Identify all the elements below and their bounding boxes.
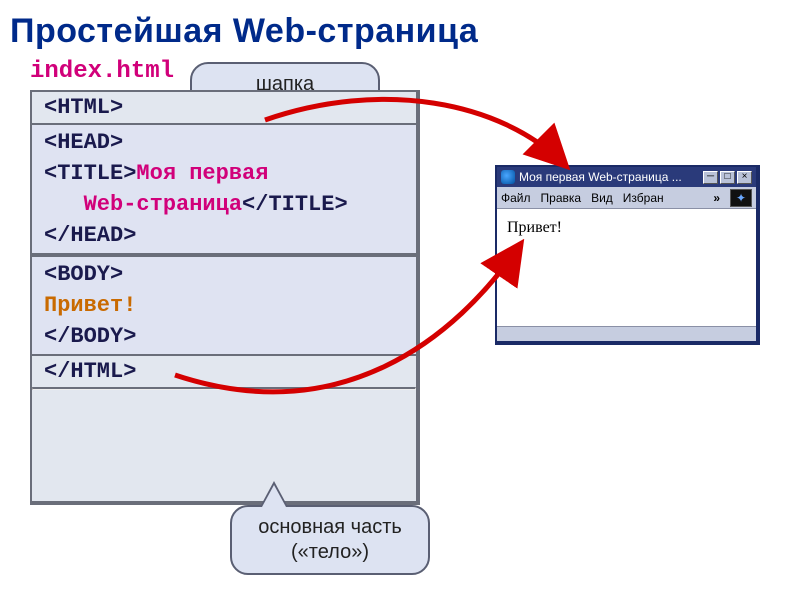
code-head-block: <HEAD> <TITLE>Моя первая Web-страница</T…	[32, 123, 416, 255]
code-body-block: <BODY> Привет! </BODY>	[32, 255, 416, 356]
code-html-close: </HTML>	[32, 356, 416, 387]
throbber-icon: ✦	[730, 189, 752, 207]
code-panel: <HTML> <HEAD> <TITLE>Моя первая Web-стра…	[30, 90, 420, 505]
code-head-open: <HEAD>	[32, 127, 416, 158]
menu-edit[interactable]: Правка	[541, 191, 582, 205]
code-title-text2: Web-страница	[84, 192, 242, 217]
code-title-text1: Моя первая	[136, 161, 268, 186]
code-title-line2: Web-страница</TITLE>	[32, 189, 416, 220]
menu-favorites[interactable]: Избран	[623, 191, 664, 205]
callout-body: основная часть («тело»)	[230, 505, 430, 575]
menu-more-icon[interactable]: »	[713, 191, 720, 205]
browser-statusbar	[497, 326, 756, 341]
page-title: Простейшая Web-страница	[0, 0, 800, 51]
menu-file[interactable]: Файл	[501, 191, 531, 205]
browser-menubar: Файл Правка Вид Избран » ✦	[497, 187, 756, 209]
browser-title-text: Моя первая Web-страница ...	[519, 170, 701, 184]
code-title-line1: <TITLE>Моя первая	[32, 158, 416, 189]
code-html-open: <HTML>	[32, 92, 416, 123]
browser-titlebar: Моя первая Web-страница ... ─ □ ×	[497, 167, 756, 187]
callout-body-line2: («тело»)	[291, 541, 369, 563]
code-title-close: </TITLE>	[242, 192, 348, 217]
maximize-button[interactable]: □	[720, 171, 735, 184]
code-title-open: <TITLE>	[44, 161, 136, 186]
code-body-open: <BODY>	[32, 259, 416, 290]
callout-body-line1: основная часть	[258, 516, 402, 538]
browser-page-text: Привет!	[507, 219, 562, 236]
code-divider	[32, 387, 416, 390]
menu-view[interactable]: Вид	[591, 191, 613, 205]
filename-label: index.html	[30, 58, 174, 85]
code-body-close: </BODY>	[32, 321, 416, 352]
ie-icon	[501, 170, 515, 184]
code-head-close: </HEAD>	[32, 220, 416, 251]
browser-viewport: Привет!	[497, 209, 756, 247]
code-body-text: Привет!	[32, 290, 416, 321]
browser-window: Моя первая Web-страница ... ─ □ × Файл П…	[495, 165, 760, 345]
minimize-button[interactable]: ─	[703, 171, 718, 184]
close-button[interactable]: ×	[737, 171, 752, 184]
